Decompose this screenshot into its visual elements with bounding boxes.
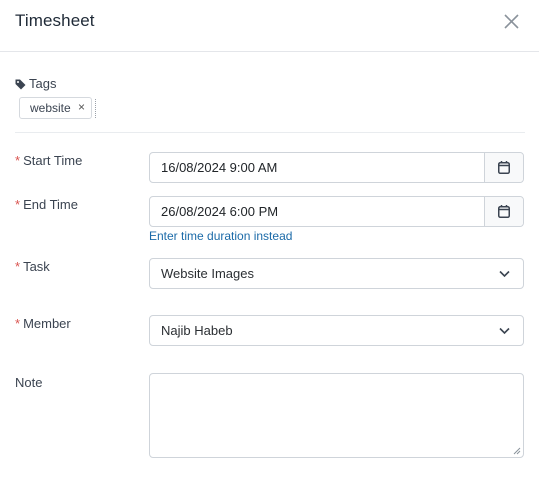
member-label: * Member [15,316,71,331]
chevron-down-icon [499,270,510,278]
member-value: Najib Habeb [161,323,233,338]
end-time-calendar-button[interactable] [484,197,523,226]
tag-input[interactable] [95,99,96,118]
required-marker: * [15,197,21,212]
required-marker: * [15,153,21,168]
task-select[interactable]: Website Images [149,258,524,289]
end-time-value: 26/08/2024 6:00 PM [161,204,279,219]
chevron-down-icon [499,327,510,335]
start-time-value: 16/08/2024 9:00 AM [161,160,278,175]
note-label: Note [15,375,43,390]
start-time-label: * Start Time [15,153,83,168]
resize-handle-icon[interactable] [513,447,521,455]
task-label: * Task [15,259,50,274]
tag-chip[interactable]: website × [19,97,92,119]
calendar-icon [498,161,510,174]
required-marker: * [15,259,21,274]
start-time-calendar-button[interactable] [484,153,523,182]
note-textarea[interactable] [149,373,524,458]
divider [15,132,525,133]
close-icon[interactable] [502,12,522,32]
start-time-input[interactable]: 16/08/2024 9:00 AM [149,152,524,183]
tag-chip-label: website [30,101,71,115]
dialog-title: Timesheet [15,11,95,30]
end-time-input[interactable]: 26/08/2024 6:00 PM [149,196,524,227]
tag-remove-icon[interactable]: × [78,100,85,114]
member-select[interactable]: Najib Habeb [149,315,524,346]
enter-duration-link[interactable]: Enter time duration instead [149,229,292,243]
task-value: Website Images [161,266,254,281]
calendar-icon [498,205,510,218]
tags-label: Tags [29,76,57,91]
required-marker: * [15,316,21,331]
tag-icon [15,77,26,90]
end-time-label: * End Time [15,197,78,212]
dialog-header: Timesheet [0,0,539,52]
